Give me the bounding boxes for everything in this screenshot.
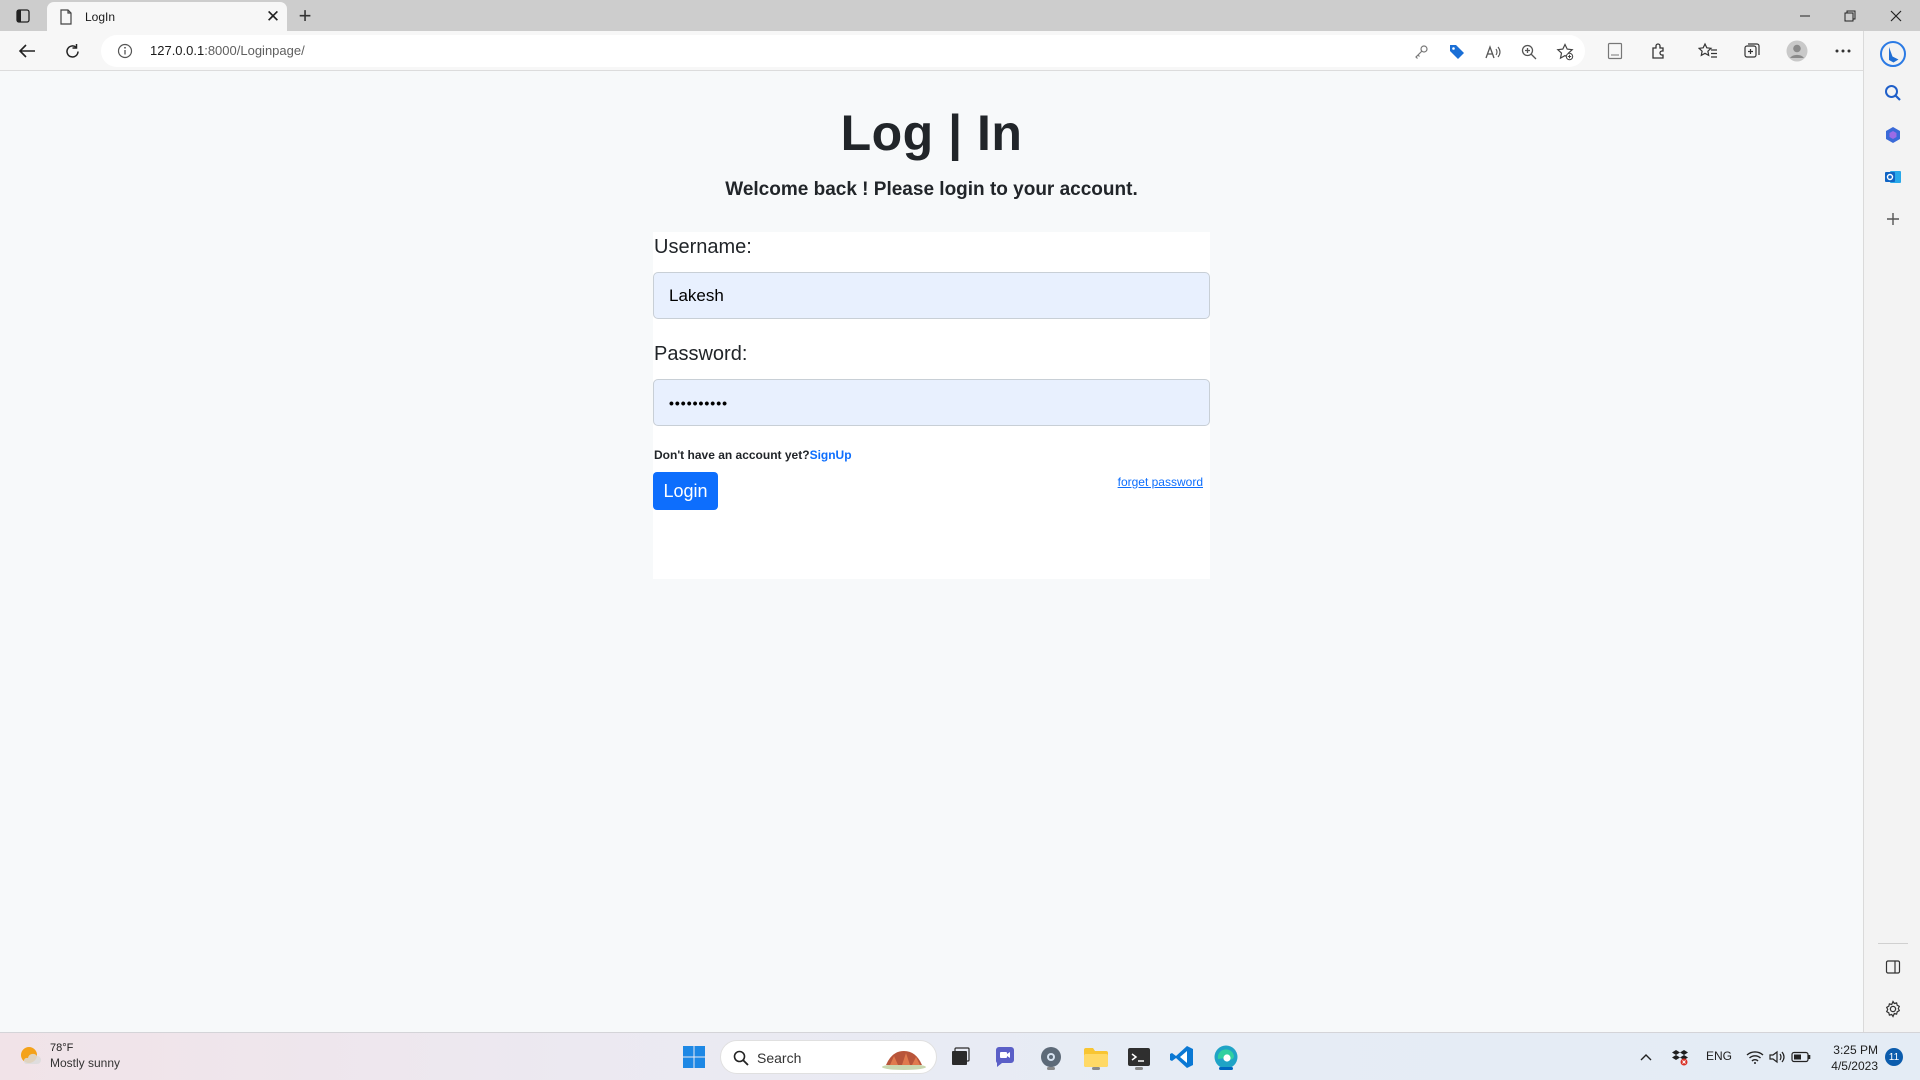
search-icon	[733, 1050, 749, 1066]
sidebar-settings-icon[interactable]	[1881, 997, 1905, 1021]
shopping-tag-icon[interactable]	[1446, 42, 1468, 62]
running-indicator	[1135, 1067, 1143, 1070]
weather-temperature: 78°F	[50, 1042, 74, 1054]
signup-prompt-text: Don't have an account yet?	[654, 448, 810, 462]
url-path: :8000/Loginpage/	[204, 43, 305, 58]
add-favorite-icon[interactable]	[1554, 42, 1576, 62]
login-form: Username: Lakesh Password: •••••••••• Do…	[653, 232, 1210, 579]
new-tab-icon[interactable]: +	[292, 3, 318, 29]
active-indicator	[1219, 1067, 1233, 1070]
start-icon[interactable]	[679, 1042, 709, 1072]
site-info-icon[interactable]	[117, 43, 133, 59]
weather-widget[interactable]: 78°F Mostly sunny	[18, 1041, 120, 1071]
signup-prompt: Don't have an account yet?SignUp	[654, 448, 852, 462]
sun-cloud-icon	[21, 1047, 41, 1064]
favorites-icon[interactable]	[1697, 40, 1719, 62]
tab-strip: LogIn ✕ +	[0, 0, 1920, 31]
search-icon[interactable]	[1881, 81, 1905, 105]
browser-tab[interactable]: LogIn ✕	[47, 2, 287, 31]
tab-title: LogIn	[85, 9, 116, 24]
url-text[interactable]: 127.0.0.1:8000/Loginpage/	[150, 43, 305, 58]
forget-password-link[interactable]: forget password	[1118, 475, 1203, 489]
password-label: Password:	[654, 343, 748, 365]
settings-app-icon[interactable]	[1036, 1042, 1066, 1072]
dropbox-sync-icon[interactable]	[1667, 1042, 1693, 1072]
tab-actions-icon[interactable]	[10, 5, 36, 27]
signup-link[interactable]: SignUp	[810, 448, 852, 462]
show-hidden-icons-icon[interactable]	[1633, 1042, 1659, 1072]
terminal-icon[interactable]	[1124, 1042, 1154, 1072]
reading-view-icon[interactable]	[1604, 40, 1626, 62]
search-highlight-icon	[882, 1051, 926, 1070]
username-input[interactable]: Lakesh	[653, 272, 1210, 319]
key-icon[interactable]	[1410, 42, 1432, 62]
office-icon[interactable]	[1881, 123, 1905, 147]
hide-sidebar-icon[interactable]	[1881, 955, 1905, 979]
collections-icon[interactable]	[1741, 40, 1763, 62]
extensions-icon[interactable]	[1648, 40, 1670, 62]
add-sidebar-app-icon[interactable]	[1881, 207, 1905, 231]
vscode-icon[interactable]	[1167, 1042, 1197, 1072]
login-button[interactable]: Login	[653, 472, 718, 510]
page-icon	[60, 8, 72, 25]
password-input[interactable]: ••••••••••	[653, 379, 1210, 426]
address-bar[interactable]: 127.0.0.1:8000/Loginpage/	[101, 35, 1585, 67]
profile-avatar-icon[interactable]	[1786, 40, 1808, 62]
running-indicator	[1047, 1067, 1055, 1070]
notification-badge[interactable]: 11	[1885, 1048, 1903, 1066]
windows-taskbar: 78°F Mostly sunny Search ENG 3:25 PM 4/5…	[0, 1032, 1920, 1080]
login-page: Log | In Welcome back ! Please login to …	[0, 71, 1863, 1032]
zoom-icon[interactable]	[1518, 42, 1540, 62]
system-clock[interactable]: 3:25 PM 4/5/2023	[1824, 1042, 1878, 1074]
search-placeholder: Search	[757, 1050, 802, 1066]
taskbar-search[interactable]: Search	[720, 1040, 937, 1074]
url-host: 127.0.0.1	[150, 43, 205, 58]
clock-time: 3:25 PM	[1833, 1043, 1878, 1057]
weather-condition: Mostly sunny	[50, 1056, 121, 1070]
running-indicator	[1092, 1067, 1100, 1070]
language-indicator[interactable]: ENG	[1706, 1049, 1732, 1063]
edge-sidebar	[1863, 31, 1920, 1032]
restore-icon[interactable]	[1828, 0, 1872, 31]
close-window-icon[interactable]	[1874, 0, 1918, 31]
battery-icon[interactable]	[1788, 1042, 1814, 1072]
minimize-icon[interactable]	[1783, 0, 1827, 31]
clock-date: 4/5/2023	[1831, 1059, 1878, 1073]
read-aloud-icon[interactable]	[1482, 42, 1504, 62]
teams-chat-icon[interactable]	[990, 1042, 1020, 1072]
page-title: Log | In	[840, 105, 1023, 161]
username-label: Username:	[654, 236, 752, 258]
close-tab-icon[interactable]: ✕	[259, 3, 287, 31]
edge-browser-icon[interactable]	[1211, 1042, 1241, 1072]
task-view-icon[interactable]	[945, 1042, 975, 1072]
outlook-icon[interactable]	[1881, 165, 1905, 189]
welcome-subtitle: Welcome back ! Please login to your acco…	[725, 179, 1138, 200]
browser-toolbar: 127.0.0.1:8000/Loginpage/	[0, 31, 1920, 71]
reload-icon[interactable]	[57, 37, 87, 65]
back-icon[interactable]	[12, 37, 42, 65]
bing-chat-icon[interactable]	[1878, 39, 1908, 69]
more-options-icon[interactable]	[1832, 40, 1854, 62]
sidebar-divider	[1878, 943, 1908, 944]
file-explorer-icon[interactable]	[1081, 1042, 1111, 1072]
